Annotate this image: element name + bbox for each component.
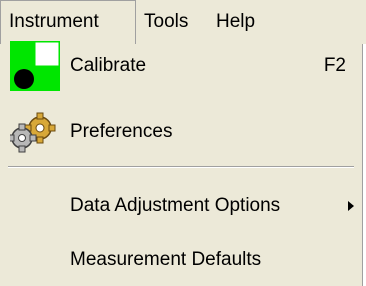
- menu-item-preferences[interactable]: Preferences: [0, 110, 362, 154]
- menu-tools-label: Tools: [144, 11, 189, 32]
- menu-item-data-adjustment-options[interactable]: Data Adjustment Options: [0, 184, 362, 228]
- menu-help-label: Help: [216, 11, 256, 32]
- menu-instrument-label: Instrument: [9, 11, 99, 32]
- menu-help[interactable]: Help: [208, 0, 272, 44]
- gears-icon: [7, 110, 60, 154]
- data-adjustment-label: Data Adjustment Options: [70, 195, 281, 216]
- menu-item-measurement-defaults[interactable]: Measurement Defaults: [0, 238, 362, 282]
- calibrate-shortcut: F2: [323, 55, 346, 76]
- menubar: Instrument Tools Help: [0, 0, 366, 45]
- menu-instrument[interactable]: Instrument: [0, 0, 136, 45]
- preferences-label: Preferences: [70, 121, 173, 142]
- measurement-defaults-label: Measurement Defaults: [70, 249, 262, 270]
- submenu-arrow-icon: [348, 201, 354, 211]
- instrument-dropdown: Calibrate F2 Preferences Data Adjustment…: [0, 41, 363, 286]
- calibrate-label: Calibrate: [70, 55, 147, 76]
- calibrate-icon: [10, 41, 60, 91]
- menu-item-calibrate[interactable]: Calibrate F2: [0, 41, 362, 91]
- menu-tools[interactable]: Tools: [136, 0, 208, 44]
- menu-separator: [8, 166, 354, 168]
